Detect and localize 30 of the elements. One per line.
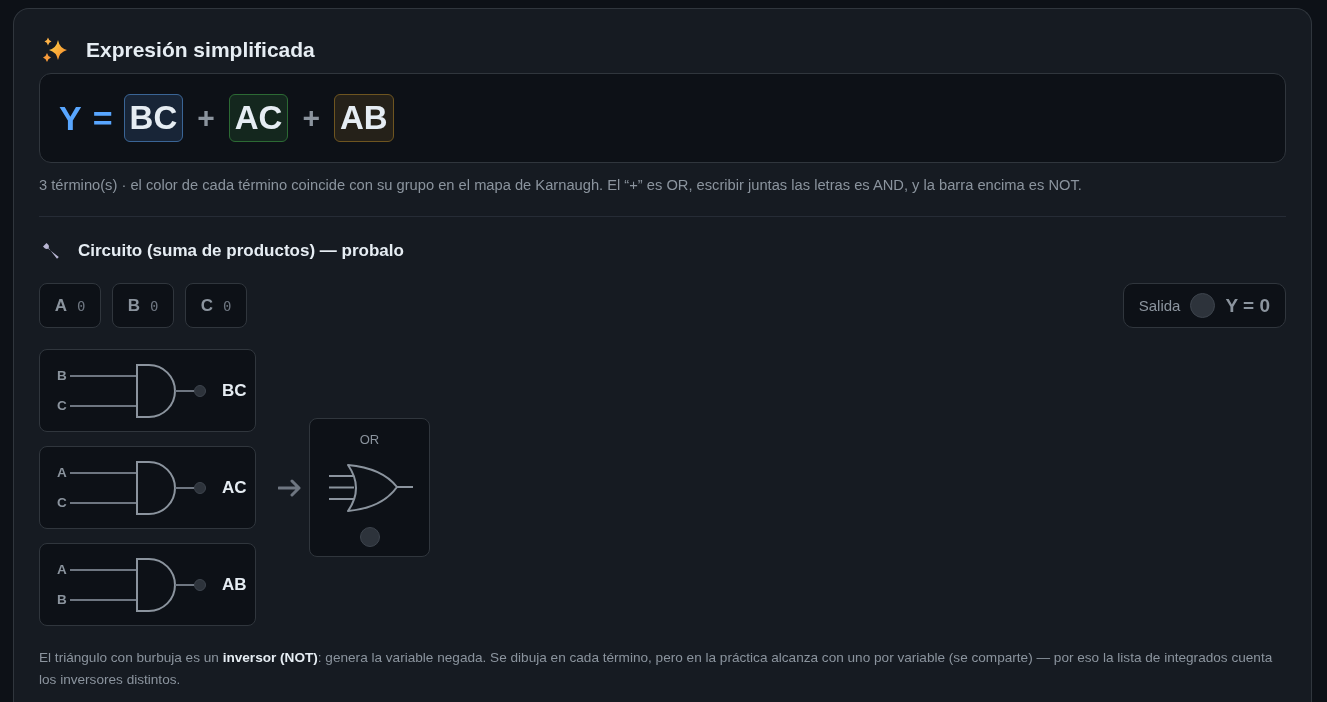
gate-input-label: A [57, 561, 68, 578]
circuit-note: El triángulo con burbuja es un inversor (NOT): genera la variable negada. Se dibuja en cada término, pero en la práctica alcanza con uno por variable (se comparte) — por eso la lista de integrados cuenta los inversores distintos. [39, 649, 1274, 689]
gate-input-label: A [57, 464, 68, 481]
output-label: Salida [1138, 297, 1181, 314]
gate-input-label: B [57, 367, 68, 384]
output-variable: Y [59, 98, 82, 138]
plus-sign: + [302, 100, 320, 136]
section-title: Circuito (suma de productos) — probalo [78, 240, 404, 262]
plus-sign: + [197, 100, 215, 136]
gate-input-label: B [57, 591, 68, 608]
expression-caption: 3 término(s) · el color de cada término coincide con su grupo en el mapa de Karnaugh. El “+” es OR, escribir juntas las letras es AND, y la barra encima es NOT. [39, 176, 1083, 195]
wrench-icon [42, 242, 60, 260]
section-title: Expresión simplificada [86, 37, 315, 63]
gate-input-label: C [57, 397, 68, 414]
input-toggle[interactable]: B 0 [112, 283, 174, 328]
or-gate-icon [327, 462, 414, 513]
gate-term-label: BC [222, 380, 247, 401]
term-chip: BC [123, 94, 184, 142]
gate-term-label: AC [222, 477, 247, 498]
sparkle-icon [42, 37, 68, 63]
equals-sign: = [92, 98, 113, 138]
input-toggle[interactable]: A 0 [39, 283, 101, 328]
arrow-right-icon [278, 478, 302, 497]
gate-term-label: AB [222, 574, 247, 595]
or-gate-label: OR [359, 432, 380, 448]
input-toggle[interactable]: C 0 [185, 283, 247, 328]
gate-input-label: C [57, 494, 68, 511]
output-value: Y = 0 [1225, 294, 1270, 317]
term-chip: AC [228, 94, 289, 142]
term-chip: AB [333, 94, 394, 142]
